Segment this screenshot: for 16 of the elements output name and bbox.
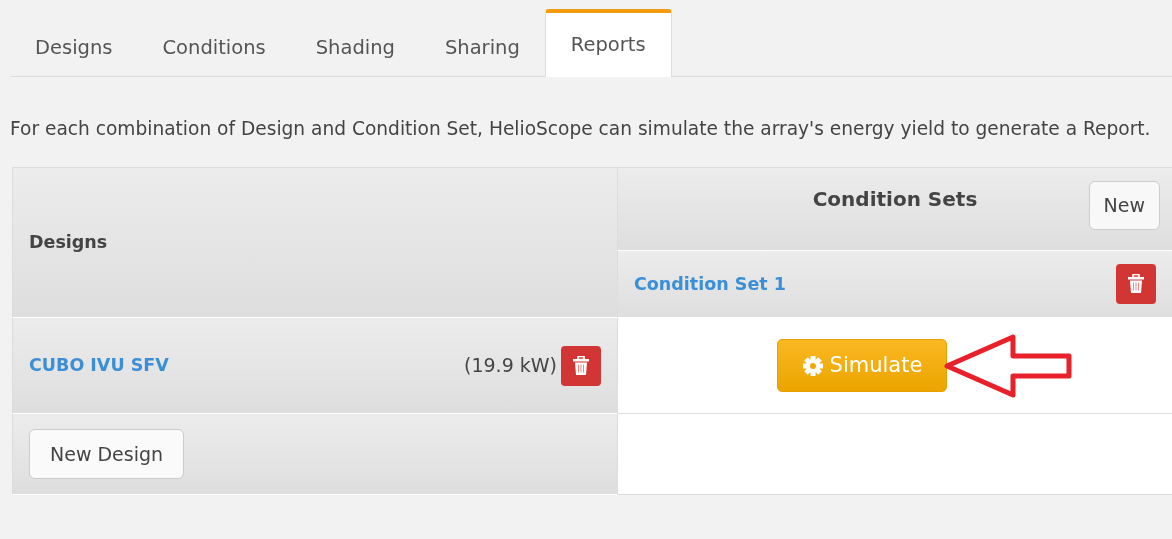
column-heading: Condition Sets xyxy=(812,186,978,213)
tab[interactable]: Conditions xyxy=(137,19,291,76)
tab[interactable]: Sharing xyxy=(419,19,545,76)
delete-button[interactable] xyxy=(561,345,601,386)
new-button[interactable]: New xyxy=(1088,181,1160,230)
design-power: (19.9 kW) xyxy=(464,353,557,379)
trash-icon xyxy=(1127,274,1145,294)
tab[interactable]: Designs xyxy=(10,19,138,76)
delete-button[interactable] xyxy=(1116,264,1156,304)
trash-icon xyxy=(572,355,590,376)
intro-text: For each combination of Design and Condition Set, HelioScope can simulate the array's energy yield to generate a Report. xyxy=(10,117,1152,141)
arrow-icon xyxy=(943,331,1074,400)
column-heading: Designs xyxy=(29,231,108,255)
new-design-button[interactable]: New Design xyxy=(29,428,185,480)
tab[interactable]: Reports xyxy=(544,9,672,77)
tab[interactable]: Shading xyxy=(290,19,420,76)
